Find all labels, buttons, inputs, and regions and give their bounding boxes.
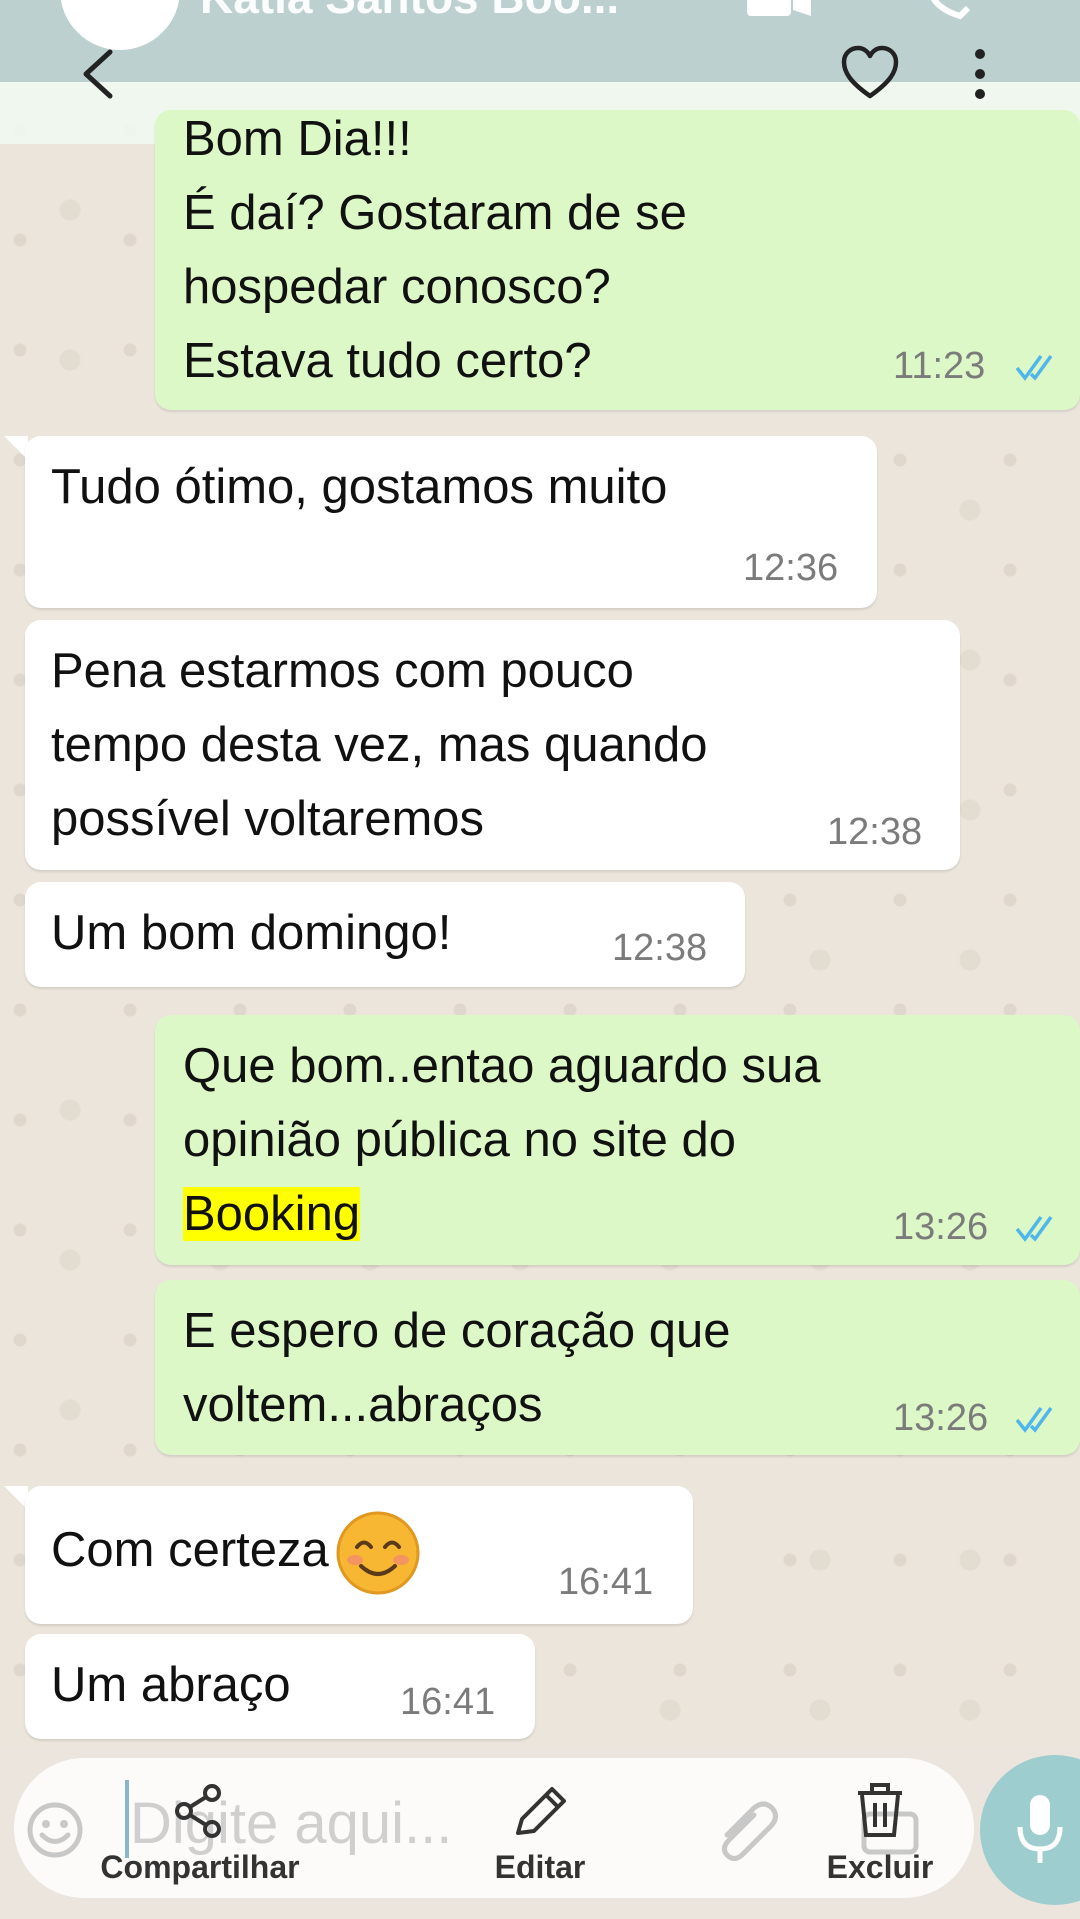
message-time: 11:23 — [893, 345, 986, 387]
more-options-icon[interactable] — [955, 44, 1005, 104]
message-time: 12:38 — [612, 927, 708, 969]
message-time: 13:26 — [893, 1397, 989, 1439]
message-text: Que bom..entao aguardo sua opinião públi… — [183, 1029, 820, 1251]
message-bubble-incoming[interactable]: Com certeza 16:41 — [25, 1486, 693, 1624]
trash-icon — [858, 1783, 902, 1837]
message-text: Um abraço — [51, 1658, 291, 1712]
message-time: 16:41 — [558, 1561, 654, 1603]
contact-name[interactable]: Katia Santos Boo... — [200, 0, 619, 24]
message-time: 12:38 — [827, 811, 923, 853]
message-text: Um bom domingo! — [51, 906, 452, 960]
edit-action[interactable]: Editar — [440, 1783, 640, 1886]
message-text: E espero de coração que voltem...abraços — [183, 1304, 731, 1432]
contact-avatar[interactable] — [60, 0, 180, 50]
message-text: Pena estarmos com pouco tempo desta vez,… — [51, 644, 708, 846]
video-call-icon[interactable] — [745, 0, 815, 20]
message-text: Bom Dia!!! É daí? Gostaram de se hospeda… — [183, 112, 687, 388]
message-time: 12:36 — [743, 547, 839, 589]
message-bubble-outgoing[interactable]: E espero de coração que voltem...abraços… — [155, 1280, 1080, 1455]
share-icon — [175, 1784, 221, 1838]
microphone-icon — [1017, 1795, 1063, 1863]
favorite-heart-icon[interactable] — [840, 44, 900, 104]
message-text: Com certeza — [51, 1510, 421, 1596]
chat-header: Katia Santos Boo... — [0, 0, 1080, 82]
share-action[interactable]: Compartilhar — [100, 1783, 300, 1886]
phone-call-icon[interactable] — [920, 0, 980, 20]
back-icon[interactable] — [72, 44, 122, 104]
message-time: 13:26 — [893, 1206, 989, 1248]
message-bubble-incoming[interactable]: Um abraço 16:41 — [25, 1634, 535, 1739]
attach-paperclip-icon[interactable] — [712, 1795, 782, 1865]
read-receipt-icon — [1015, 1406, 1053, 1433]
smiling-face-emoji-icon — [336, 1511, 420, 1595]
delete-action[interactable]: Excluir — [780, 1783, 980, 1886]
message-text-part: Que bom..entao aguardo sua opinião públi… — [183, 1039, 821, 1167]
emoji-picker-icon[interactable] — [25, 1800, 85, 1860]
read-receipt-icon — [1015, 1215, 1053, 1242]
message-bubble-incoming[interactable]: Um bom domingo! 12:38 — [25, 882, 745, 987]
pencil-icon — [516, 1787, 566, 1835]
read-receipt-icon — [1015, 354, 1053, 381]
message-text-part: Com certeza — [51, 1522, 329, 1577]
highlighted-text: Booking — [183, 1187, 361, 1241]
message-bubble-incoming[interactable]: Tudo ótimo, gostamos muito 12:36 — [25, 436, 877, 608]
message-bubble-outgoing[interactable]: Bom Dia!!! É daí? Gostaram de se hospeda… — [155, 110, 1080, 410]
message-bubble-outgoing[interactable]: Que bom..entao aguardo sua opinião públi… — [155, 1015, 1080, 1265]
edit-label: Editar — [494, 1849, 586, 1885]
delete-label: Excluir — [826, 1849, 934, 1885]
share-label: Compartilhar — [100, 1849, 300, 1885]
message-bubble-incoming[interactable]: Pena estarmos com pouco tempo desta vez,… — [25, 620, 960, 870]
message-text: Tudo ótimo, gostamos muito — [51, 460, 668, 514]
message-time: 16:41 — [400, 1681, 496, 1723]
